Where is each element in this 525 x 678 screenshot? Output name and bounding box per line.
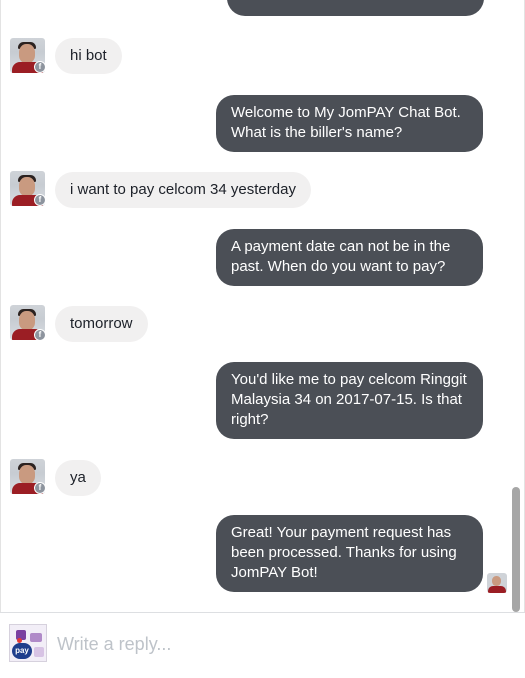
- bot-message: Welcome to My JomPAY Chat Bot. What is t…: [216, 95, 483, 152]
- reply-input[interactable]: [57, 631, 497, 657]
- user-message: tomorrow: [55, 306, 148, 342]
- bot-message: You'd like me to pay celcom Ringgit Mala…: [216, 362, 483, 439]
- scrollbar-thumb[interactable]: [512, 487, 520, 612]
- messenger-badge-icon: f: [34, 194, 46, 206]
- messenger-badge-icon: f: [34, 329, 46, 341]
- scrollbar[interactable]: [509, 0, 523, 612]
- user-message: i want to pay celcom 34 yesterday: [55, 172, 311, 208]
- seen-avatar-icon: [487, 573, 507, 593]
- messenger-badge-icon: f: [34, 61, 46, 73]
- bot-message: Great! Your payment request has been pro…: [216, 515, 483, 592]
- previous-bot-message: [227, 0, 484, 16]
- page-avatar-label: pay: [12, 643, 32, 659]
- chat-window[interactable]: f hi bot Welcome to My JomPAY Chat Bot. …: [0, 0, 525, 612]
- composer: pay: [0, 612, 525, 678]
- bot-message: A payment date can not be in the past. W…: [216, 229, 483, 286]
- page-avatar-icon: pay: [9, 624, 47, 662]
- user-message: hi bot: [55, 38, 122, 74]
- messenger-badge-icon: f: [34, 482, 46, 494]
- user-message: ya: [55, 460, 101, 496]
